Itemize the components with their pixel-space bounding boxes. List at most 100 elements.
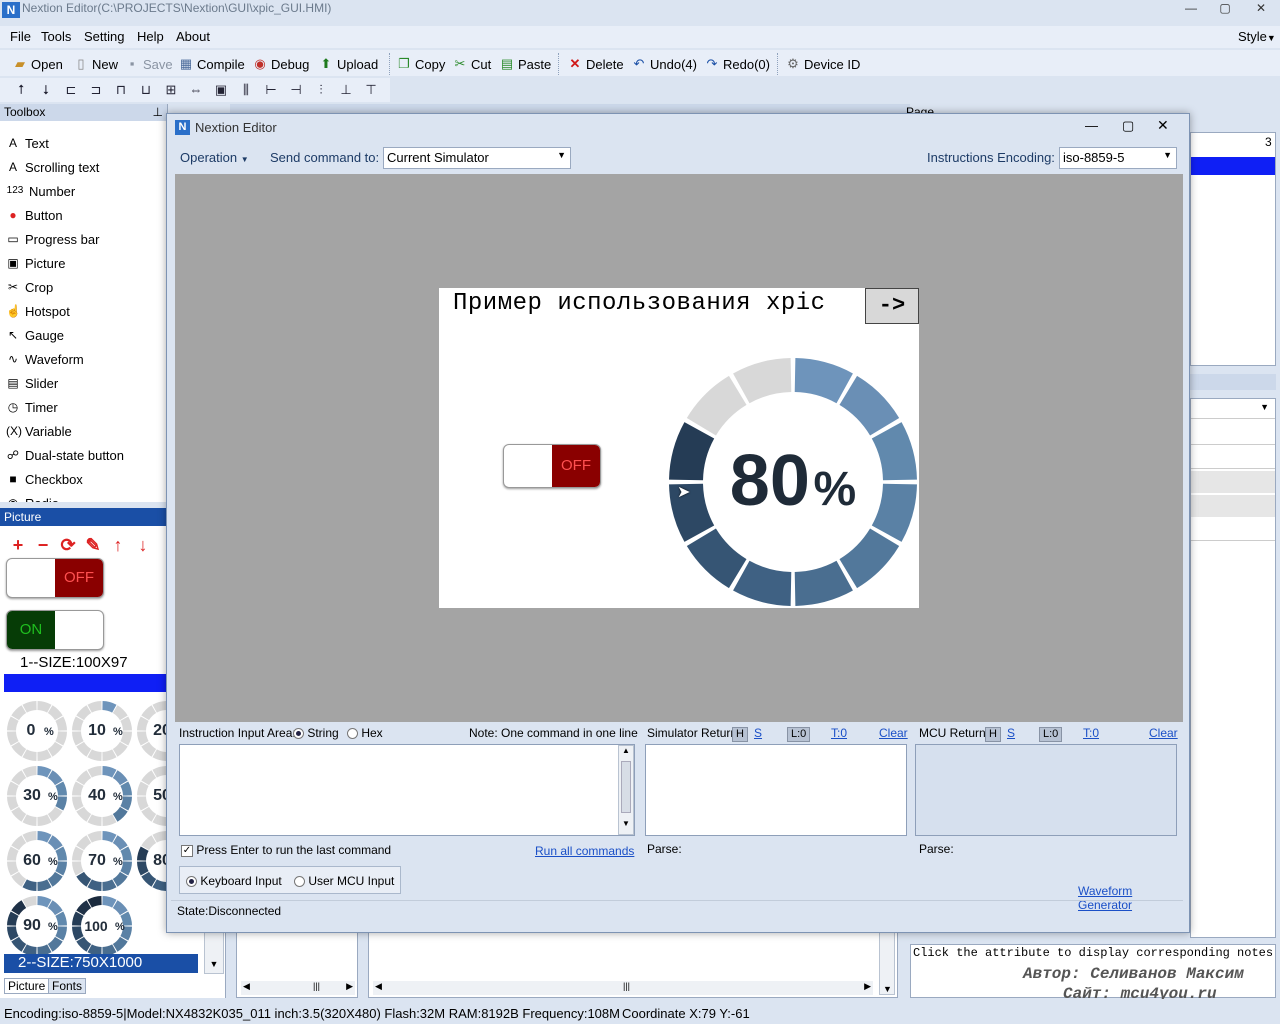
mcu-line-toggle[interactable]: L:0 <box>1039 726 1063 742</box>
code-hscrollbar[interactable]: ◀ ||| ▶ <box>373 981 873 995</box>
align-left-icon[interactable]: ⊏ <box>62 81 80 99</box>
new-button[interactable]: ▯ New <box>73 54 118 74</box>
gauge-thumbnail[interactable]: 0% <box>6 700 68 762</box>
toolbox-item-number[interactable]: 123 Number <box>6 180 76 202</box>
press-enter-checkbox[interactable]: ✓ Press Enter to run the last command <box>181 843 391 857</box>
align-right-icon[interactable]: ⊐ <box>87 81 105 99</box>
mcu-return-box[interactable] <box>915 744 1177 836</box>
sim-hex-toggle[interactable]: H <box>732 726 748 742</box>
move-down-icon[interactable]: ↓ <box>133 536 153 556</box>
pin-icon[interactable]: ⊥ <box>153 105 163 119</box>
move-down-icon[interactable]: ⭣ <box>37 81 55 99</box>
next-page-button[interactable]: -> <box>865 288 919 324</box>
spacing-v-icon[interactable]: ⊥ <box>337 81 355 99</box>
event-hscrollbar[interactable]: ◀ ||| ▶ <box>241 981 355 995</box>
attribute-row[interactable] <box>1191 471 1275 493</box>
dialog-close-button[interactable]: ✕ <box>1157 117 1169 134</box>
gauge-thumbnail[interactable]: 10% <box>71 700 133 762</box>
redo-button[interactable]: ↷ Redo(0) <box>704 54 770 74</box>
mcu-string-toggle[interactable]: S <box>1007 726 1015 740</box>
same-width-icon[interactable]: ⇔ <box>187 81 205 99</box>
cut-button[interactable]: ✂ Cut <box>452 54 492 74</box>
menu-help[interactable]: Help <box>137 29 164 44</box>
upload-button[interactable]: ⬆ Upload <box>318 54 379 74</box>
distribute-v-icon[interactable]: ⫶ <box>312 81 330 99</box>
toolbox-item-variable[interactable]: (X) Variable <box>6 420 72 442</box>
mcu-hex-toggle[interactable]: H <box>985 726 1001 742</box>
attribute-combo[interactable]: ▼ <box>1191 399 1275 419</box>
sim-time-toggle[interactable]: T:0 <box>831 726 847 740</box>
copy-button[interactable]: ❐ Copy <box>396 54 445 74</box>
replace-picture-icon[interactable]: ⟳ <box>58 536 78 556</box>
picture-size-2[interactable]: 2--SIZE:750X1000 <box>4 954 198 973</box>
scroll-right-icon[interactable]: ▶ <box>346 981 353 992</box>
keyboard-input-radio[interactable]: Keyboard Input <box>186 874 282 888</box>
edit-picture-icon[interactable]: ✎ <box>83 536 103 556</box>
add-picture-icon[interactable]: + <box>8 536 28 556</box>
delete-button[interactable]: ✕ Delete <box>567 54 624 74</box>
run-all-commands-link[interactable]: Run all commands <box>535 844 634 858</box>
debug-button[interactable]: ◉ Debug <box>252 54 309 74</box>
toolbox-item-gauge[interactable]: ↖ Gauge <box>6 324 64 346</box>
toolbox-item-timer[interactable]: ◷ Timer <box>6 396 58 418</box>
toolbox-item-button[interactable]: ● Button <box>6 204 62 226</box>
toolbox-item-progress-bar[interactable]: ▭ Progress bar <box>6 228 99 250</box>
gauge-thumbnail[interactable]: 90% <box>6 895 68 954</box>
scroll-down-icon[interactable]: ▼ <box>883 984 892 994</box>
dialog-maximize-button[interactable]: ▢ <box>1122 118 1134 134</box>
close-button[interactable]: ✕ <box>1244 0 1278 18</box>
menu-file[interactable]: File <box>10 29 31 44</box>
toolbox-item-hotspot[interactable]: ☝ Hotspot <box>6 300 70 322</box>
undo-button[interactable]: ↶ Undo(4) <box>631 54 697 74</box>
open-button[interactable]: ▰ Open <box>12 54 63 74</box>
tab-picture[interactable]: Picture <box>4 978 50 994</box>
attribute-row[interactable] <box>1191 423 1275 445</box>
toolbox-item-picture[interactable]: ▣ Picture <box>6 252 65 274</box>
same-size-icon[interactable]: ▣ <box>212 81 230 99</box>
code-vscrollbar[interactable]: ▼ <box>879 931 895 995</box>
picture-scrollbar[interactable]: ▼ <box>204 930 224 974</box>
encoding-select[interactable]: iso-8859-5 ▼ <box>1059 147 1177 169</box>
spacing-h-icon[interactable]: ⊢ <box>262 81 280 99</box>
scroll-left-icon[interactable]: ◀ <box>375 981 382 992</box>
scroll-left-icon[interactable]: ◀ <box>243 981 250 992</box>
gauge-thumbnail[interactable]: 100% <box>71 895 133 954</box>
menu-tools[interactable]: Tools <box>41 29 71 44</box>
simulator-return-box[interactable] <box>645 744 907 836</box>
toolbox-item-dual-state-button[interactable]: ☍ Dual-state button <box>6 444 124 466</box>
toolbox-item-slider[interactable]: ▤ Slider <box>6 372 58 394</box>
spacing-v2-icon[interactable]: ⊤ <box>362 81 380 99</box>
gauge-thumbnail[interactable]: 50% <box>136 765 166 827</box>
tab-fonts[interactable]: Fonts <box>48 978 87 994</box>
toolbox-item-scrolling-text[interactable]: A Scrolling text <box>6 156 99 178</box>
instruction-input-textarea[interactable]: ▲ ▼ <box>179 744 635 836</box>
spacing-h2-icon[interactable]: ⊣ <box>287 81 305 99</box>
gauge-thumbnail[interactable]: 80% <box>136 830 166 892</box>
save-button[interactable]: ▪ Save <box>124 54 173 74</box>
scroll-thumb[interactable]: ||| <box>623 981 630 991</box>
mcu-clear-link[interactable]: Clear <box>1149 726 1178 740</box>
align-bottom-icon[interactable]: ⊔ <box>137 81 155 99</box>
gauge-thumbnail[interactable]: 70% <box>71 830 133 892</box>
paste-button[interactable]: ▤ Paste <box>499 54 551 74</box>
scroll-right-icon[interactable]: ▶ <box>864 981 871 992</box>
dialog-minimize-button[interactable]: — <box>1085 118 1098 133</box>
menu-setting[interactable]: Setting <box>84 29 124 44</box>
move-up-icon[interactable]: ↑ <box>108 536 128 556</box>
align-center-icon[interactable]: ⊞ <box>162 81 180 99</box>
device-id-button[interactable]: ⚙ Device ID <box>785 54 860 74</box>
operation-menu[interactable]: Operation ▼ <box>180 150 249 165</box>
sim-line-toggle[interactable]: L:0 <box>787 726 811 742</box>
minimize-button[interactable]: — <box>1174 0 1208 18</box>
scroll-up-icon[interactable]: ▲ <box>619 746 633 755</box>
mcu-time-toggle[interactable]: T:0 <box>1083 726 1099 740</box>
align-top-icon[interactable]: ⊓ <box>112 81 130 99</box>
toolbox-item-text[interactable]: A Text <box>6 132 49 154</box>
scroll-thumb[interactable] <box>621 761 631 813</box>
device-screen[interactable]: Пример использования xpic -> OFF 80 % ➤ <box>439 288 919 608</box>
user-mcu-input-radio[interactable]: User MCU Input <box>294 874 394 888</box>
picture-toggle-off[interactable]: OFF <box>6 558 104 598</box>
remove-picture-icon[interactable]: − <box>33 536 53 556</box>
send-target-select[interactable]: Current Simulator ▼ <box>383 147 571 169</box>
toolbox-item-waveform[interactable]: ∿ Waveform <box>6 348 84 370</box>
